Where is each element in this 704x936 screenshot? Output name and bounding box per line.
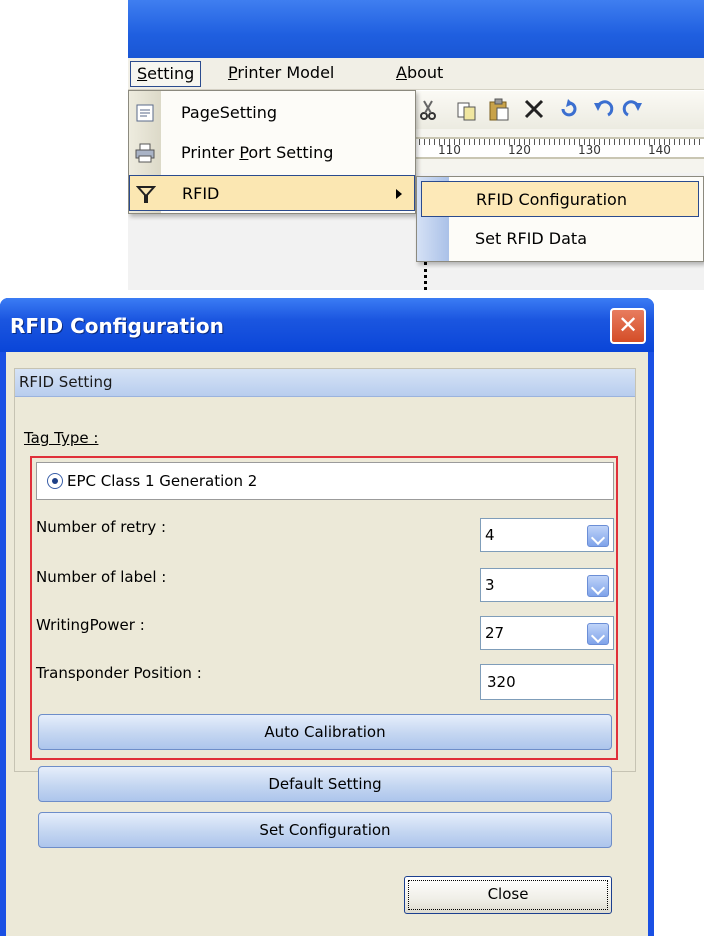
writing-power-select[interactable]: 27 (480, 616, 614, 650)
submenu-item-label: RFID Configuration (476, 190, 627, 209)
cut-icon[interactable] (420, 100, 436, 120)
rfid-submenu: RFID Configuration Set RFID Data (416, 176, 704, 262)
close-button[interactable]: Close (404, 876, 612, 914)
submenu-item-set-rfid-data[interactable]: Set RFID Data (421, 221, 699, 257)
tag-type-label: Tag Type : (24, 429, 99, 447)
menu-item-rfid[interactable]: RFID (129, 175, 415, 211)
paste-icon[interactable] (489, 98, 509, 121)
rotate-icon[interactable] (561, 99, 577, 117)
ruler-tick-label: 130 (578, 143, 601, 157)
setting-dropdown-menu: PageSetting Printer Port Setting RFID (128, 90, 416, 214)
menubar: Setting Printer Model About (128, 58, 704, 90)
menu-printer-model-mnemonic: P (228, 63, 238, 82)
page-setting-icon (136, 104, 154, 122)
delete-icon[interactable] (524, 99, 544, 119)
menu-about-label: bout (406, 63, 444, 82)
writing-power-label: WritingPower : (36, 616, 145, 634)
transponder-position-value: 320 (487, 673, 516, 691)
group-header: RFID Setting (15, 369, 635, 397)
dialog-titlebar[interactable]: RFID Configuration ✕ (0, 298, 654, 352)
copy-icon[interactable] (457, 102, 476, 121)
menu-item-label: Printer Port Setting (181, 143, 334, 162)
filter-icon (136, 186, 156, 203)
dialog-title: RFID Configuration (10, 314, 224, 338)
close-button-label: Close (487, 885, 529, 903)
menu-item-label: PageSetting (181, 103, 278, 122)
dotted-guide-line (424, 262, 427, 290)
menu-printer-model-label: rinter Model (237, 63, 335, 82)
radio-selected-icon[interactable] (47, 473, 63, 489)
default-setting-button[interactable]: Default Setting (38, 766, 612, 802)
app-window-snippet: Setting Printer Model About 110 120 130 … (128, 0, 704, 290)
redo-icon[interactable] (622, 100, 642, 117)
writing-power-value: 27 (485, 624, 505, 642)
retry-select[interactable]: 4 (480, 518, 614, 552)
auto-calibration-button[interactable]: Auto Calibration (38, 714, 612, 750)
ruler-tick-label: 120 (508, 143, 531, 157)
set-configuration-button[interactable]: Set Configuration (38, 812, 612, 848)
menu-about-mnemonic: A (396, 63, 407, 82)
submenu-item-rfid-configuration[interactable]: RFID Configuration (421, 181, 699, 217)
undo-icon[interactable] (594, 100, 614, 117)
transponder-position-input[interactable]: 320 (480, 664, 614, 700)
close-icon: ✕ (617, 311, 639, 339)
menu-printer-model[interactable]: Printer Model (222, 61, 340, 87)
menu-setting-mnemonic: S (137, 64, 148, 83)
tag-type-value: EPC Class 1 Generation 2 (67, 472, 258, 490)
menu-setting[interactable]: Setting (130, 61, 202, 87)
submenu-arrow-icon (396, 189, 402, 199)
label-count-select[interactable]: 3 (480, 568, 614, 602)
menu-item-page-setting[interactable]: PageSetting (129, 95, 415, 131)
label-count-label: Number of label : (36, 568, 167, 586)
retry-label: Number of retry : (36, 518, 167, 536)
chevron-down-icon[interactable] (587, 623, 609, 645)
label-count-value: 3 (485, 576, 495, 594)
menu-item-label: RFID (182, 184, 220, 203)
tag-type-option[interactable]: EPC Class 1 Generation 2 (36, 462, 614, 500)
group-title: RFID Setting (19, 373, 113, 391)
menu-about[interactable]: About (390, 61, 449, 87)
rfid-configuration-dialog: RFID Configuration ✕ RFID Setting Tag Ty… (0, 298, 654, 936)
submenu-item-label: Set RFID Data (475, 229, 588, 248)
transponder-position-label: Transponder Position : (36, 664, 202, 682)
app-titlebar (128, 0, 704, 58)
chevron-down-icon[interactable] (587, 575, 609, 597)
ruler-band: 110 120 130 140 (414, 137, 704, 159)
chevron-down-icon[interactable] (587, 525, 609, 547)
ruler-tick-label: 140 (648, 143, 671, 157)
menu-item-printer-port-setting[interactable]: Printer Port Setting (129, 135, 415, 171)
printer-icon (135, 143, 155, 163)
ruler-tick-label: 110 (438, 143, 461, 157)
retry-value: 4 (485, 526, 495, 544)
menu-setting-label: etting (147, 64, 195, 83)
dialog-close-x-button[interactable]: ✕ (610, 308, 646, 344)
dialog-body: RFID Setting Tag Type : EPC Class 1 Gene… (6, 352, 648, 936)
